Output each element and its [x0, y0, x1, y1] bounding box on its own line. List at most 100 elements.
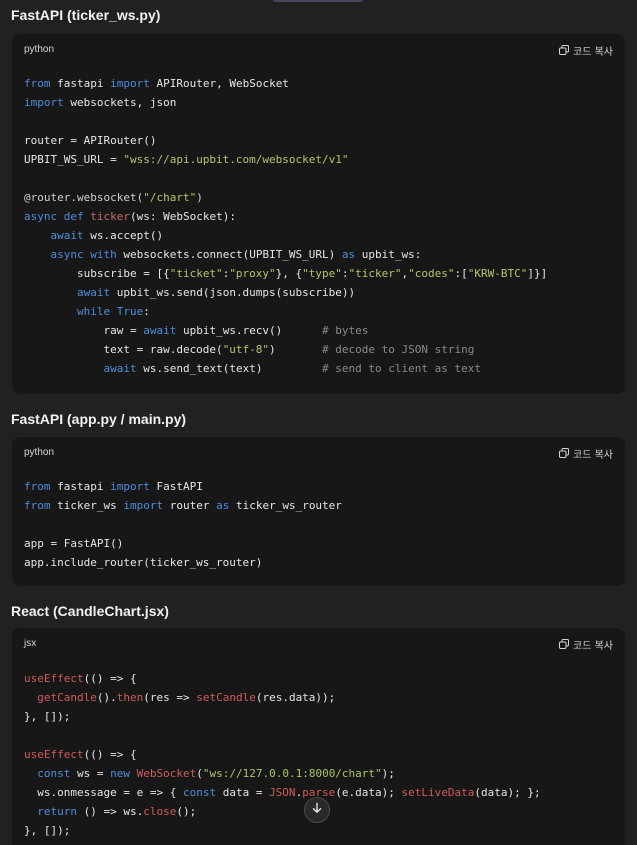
code-line: async def ticker(ws: WebSocket):: [24, 207, 547, 226]
code-line: useEffect(() => {: [24, 669, 541, 688]
code-line: raw = await upbit_ws.recv() # bytes: [24, 321, 547, 340]
code-block-ticker-ws: python 코드 복사 from fastapi import APIRout…: [12, 34, 625, 394]
copy-icon: [559, 45, 570, 55]
copy-code-label: 코드 복사: [573, 449, 613, 461]
code-token: ().: [96, 691, 117, 704]
copy-code-button[interactable]: 코드 복사: [559, 445, 613, 461]
code-token: "ticket": [169, 267, 223, 280]
code-token: UPBIT_WS_URL =: [24, 153, 124, 166]
copy-code-button[interactable]: 코드 복사: [559, 42, 613, 58]
code-token: import: [24, 96, 64, 109]
code-token: import: [123, 499, 164, 512]
code-token: useEffect: [24, 748, 84, 761]
code-block-app-main: python 코드 복사 from fastapi import FastAPI…: [12, 437, 625, 586]
code-token: raw =: [24, 324, 144, 337]
code-token: ticker: [90, 210, 130, 223]
code-token: ): [196, 191, 203, 204]
code-token: APIRouter, WebSocket: [149, 77, 289, 90]
code-token: "wss://api.upbit.com/websocket/v1": [123, 153, 349, 166]
section-heading-candle-chart: React (CandleChart.jsx): [11, 603, 169, 619]
code-token: app.include_router(ticker_ws_router): [24, 556, 263, 569]
code-token: upbit_ws.recv(): [176, 324, 323, 337]
code-token: with: [90, 248, 117, 261]
arrow-down-icon: [311, 801, 323, 819]
code-language-label: jsx: [24, 638, 37, 649]
code-line: useEffect(() => {: [24, 745, 541, 764]
code-line: from fastapi import APIRouter, WebSocket: [24, 74, 547, 93]
code-token: (() => {: [83, 748, 137, 761]
code-line: await upbit_ws.send(json.dumps(subscribe…: [24, 283, 547, 302]
code-line: const ws = new WebSocket("ws://127.0.0.1…: [24, 764, 541, 783]
code-line: app = FastAPI(): [24, 534, 342, 553]
code-token: new: [110, 767, 130, 780]
code-line: await ws.send_text(text) # send to clien…: [24, 359, 547, 378]
top-composer-pill: [272, 0, 364, 2]
code-token: :: [341, 267, 349, 280]
copy-icon: [559, 448, 570, 458]
code-token: from: [24, 480, 51, 493]
code-token: :[: [454, 267, 468, 280]
code-token: True: [116, 305, 144, 318]
code-token: upbit_ws.send(json.dumps(subscribe)): [110, 286, 356, 299]
code-token: const: [37, 767, 71, 780]
code-line: ws.onmessage = e => { const data = JSON.…: [24, 783, 540, 802]
code-token: from: [24, 499, 51, 512]
code-token: ticker_ws_router: [229, 499, 342, 512]
code-line: text = raw.decode("utf-8") # decode to J…: [24, 340, 547, 359]
code-content: from fastapi import FastAPI from ticker_w…: [24, 477, 342, 572]
code-token: WebSocket: [136, 767, 197, 780]
code-token: # decode to JSON string: [322, 343, 475, 356]
code-token: "proxy": [229, 267, 276, 280]
copy-icon: [559, 639, 570, 649]
code-token: text = raw.decode(: [24, 343, 223, 356]
code-token: websockets.connect(UPBIT_WS_URL): [116, 248, 342, 261]
code-line: await ws.accept(): [24, 226, 547, 245]
code-token: ws.onmessage = e => {: [24, 786, 183, 799]
code-token: await: [50, 229, 84, 242]
code-line: app.include_router(ticker_ws_router): [24, 553, 342, 572]
code-token: "/chart": [143, 191, 197, 204]
code-content: from fastapi import APIRouter, WebSocket…: [24, 74, 547, 378]
code-line: while True:: [24, 302, 547, 321]
copy-code-button[interactable]: 코드 복사: [559, 636, 613, 652]
code-token: (res =>: [143, 691, 197, 704]
code-token: (e.data);: [335, 786, 402, 799]
code-token: "type": [302, 267, 342, 280]
code-token: const: [182, 786, 217, 799]
code-line: return () => ws.close();: [24, 802, 541, 821]
code-token: (: [196, 767, 203, 780]
code-token: while: [76, 305, 111, 318]
code-token: "codes": [408, 267, 455, 280]
code-token: ws =: [70, 767, 111, 780]
code-line: }, []);: [24, 707, 541, 726]
code-language-label: python: [24, 44, 55, 55]
scroll-to-bottom-button[interactable]: [304, 797, 330, 823]
code-token: async: [24, 210, 58, 223]
code-line: router = APIRouter(): [24, 131, 547, 150]
code-token: FastAPI: [149, 480, 203, 493]
code-token: ]}]: [527, 267, 548, 280]
code-token: }, {: [275, 267, 303, 280]
code-token: app = FastAPI(): [24, 537, 124, 550]
code-token: }, []);: [24, 824, 71, 837]
code-line: subscribe = [{"ticket": "proxy"}, {"type"…: [24, 264, 547, 283]
code-line: UPBIT_WS_URL = "wss://api.upbit.com/webs…: [24, 150, 547, 169]
code-token: "ticker": [348, 267, 402, 280]
code-token: @router.websocket(: [24, 191, 144, 204]
code-token: JSON: [269, 786, 296, 799]
section-heading-app-main: FastAPI (app.py / main.py): [11, 411, 187, 427]
code-language-label: python: [24, 447, 55, 458]
code-line: from fastapi import FastAPI: [24, 477, 342, 496]
code-token: (() => {: [83, 672, 137, 685]
